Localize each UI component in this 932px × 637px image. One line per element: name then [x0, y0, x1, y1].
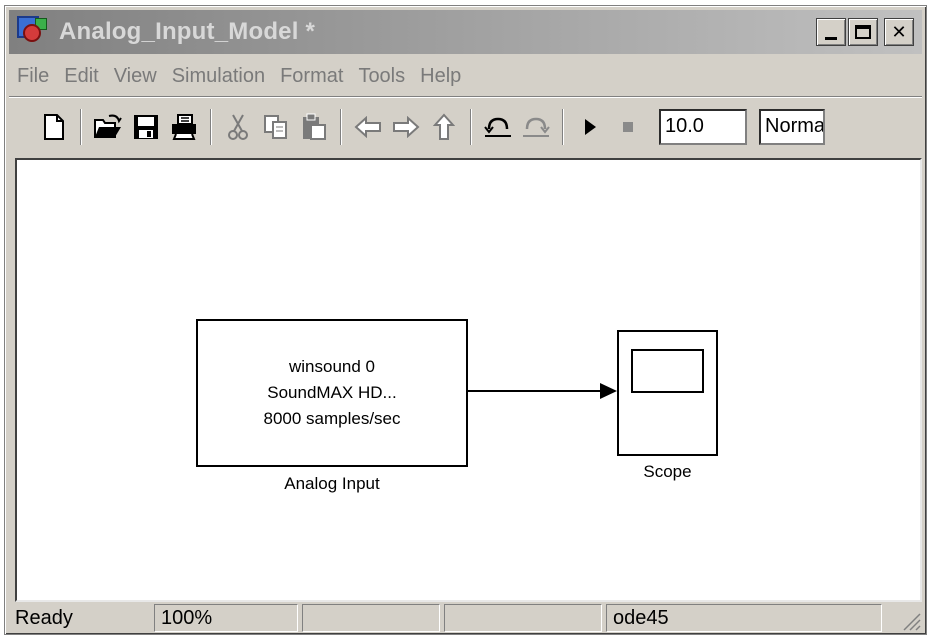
start-simulation-button[interactable]	[573, 110, 607, 144]
forward-arrow-icon	[393, 116, 420, 138]
menu-format[interactable]: Format	[280, 65, 354, 88]
play-icon	[585, 119, 596, 135]
stop-simulation-button[interactable]	[611, 110, 645, 144]
save-button[interactable]	[129, 110, 163, 144]
redo-icon	[523, 117, 550, 137]
stop-icon	[623, 122, 633, 132]
paste-icon	[303, 113, 326, 140]
save-icon	[134, 115, 158, 139]
zoom-level: 100%	[154, 604, 298, 632]
status-cell-3	[302, 604, 440, 632]
menu-help[interactable]: Help	[420, 65, 472, 88]
model-window: Analog_Input_Model * ✕ File Edit View Si…	[4, 5, 927, 635]
new-model-icon	[44, 114, 64, 140]
print-icon	[172, 114, 196, 140]
analog-input-label[interactable]: Analog Input	[196, 474, 468, 494]
open-button[interactable]	[91, 110, 125, 144]
print-button[interactable]	[167, 110, 201, 144]
undo-button[interactable]	[481, 110, 515, 144]
scope-label[interactable]: Scope	[617, 462, 718, 482]
new-model-button[interactable]	[37, 110, 71, 144]
toolbar-separator	[470, 109, 472, 145]
open-folder-icon	[94, 114, 122, 138]
menu-tools[interactable]: Tools	[358, 65, 416, 88]
toolbar-separator	[80, 109, 82, 145]
toolbar-separator	[210, 109, 212, 145]
stop-time-input[interactable]: 10.0	[659, 109, 747, 145]
maximize-button[interactable]	[848, 18, 878, 46]
status-text: Ready	[15, 606, 73, 629]
menu-edit[interactable]: Edit	[64, 65, 109, 88]
arrowhead-icon	[600, 383, 617, 399]
status-cell-4	[444, 604, 602, 632]
up-arrow-icon	[433, 113, 455, 140]
title-bar[interactable]: Analog_Input_Model * ✕	[9, 10, 922, 54]
toolbar-separator	[340, 109, 342, 145]
status-bar: Ready 100% ode45	[9, 604, 922, 632]
back-button[interactable]	[351, 110, 385, 144]
sample-rate-line: 8000 samples/sec	[263, 409, 401, 428]
paste-button[interactable]	[297, 110, 331, 144]
up-button[interactable]	[427, 110, 461, 144]
cut-icon	[228, 114, 248, 140]
minimize-icon	[825, 36, 837, 40]
menu-view[interactable]: View	[114, 65, 168, 88]
close-button[interactable]: ✕	[884, 18, 914, 46]
menu-bar: File Edit View Simulation Format Tools H…	[9, 58, 922, 94]
back-arrow-icon	[354, 116, 381, 138]
scope-screen-icon	[631, 349, 704, 393]
resize-grip-icon[interactable]	[898, 608, 922, 632]
scope-block[interactable]	[617, 330, 718, 456]
menu-file[interactable]: File	[17, 65, 60, 88]
menu-simulation[interactable]: Simulation	[172, 65, 276, 88]
cut-button[interactable]	[221, 110, 255, 144]
copy-button[interactable]	[259, 110, 293, 144]
close-icon: ✕	[891, 21, 907, 43]
redo-button[interactable]	[519, 110, 553, 144]
hardware-line: SoundMAX HD...	[267, 383, 397, 402]
window-title: Analog_Input_Model *	[59, 18, 315, 45]
device-line: winsound 0	[288, 357, 375, 376]
minimize-button[interactable]	[816, 18, 846, 46]
simulation-mode-select[interactable]: Normal	[759, 109, 825, 145]
maximize-icon	[855, 25, 871, 39]
signal-line[interactable]	[468, 382, 618, 400]
toolbar: 10.0 Normal	[9, 98, 922, 156]
analog-input-block[interactable]: winsound 0 SoundMAX HD... 8000 samples/s…	[196, 319, 468, 467]
simulink-app-icon	[17, 16, 49, 48]
solver-name: ode45	[606, 604, 882, 632]
model-canvas[interactable]: winsound 0 SoundMAX HD... 8000 samples/s…	[15, 158, 922, 602]
undo-icon	[484, 117, 511, 137]
toolbar-separator	[562, 109, 564, 145]
copy-icon	[264, 115, 287, 139]
forward-button[interactable]	[389, 110, 423, 144]
